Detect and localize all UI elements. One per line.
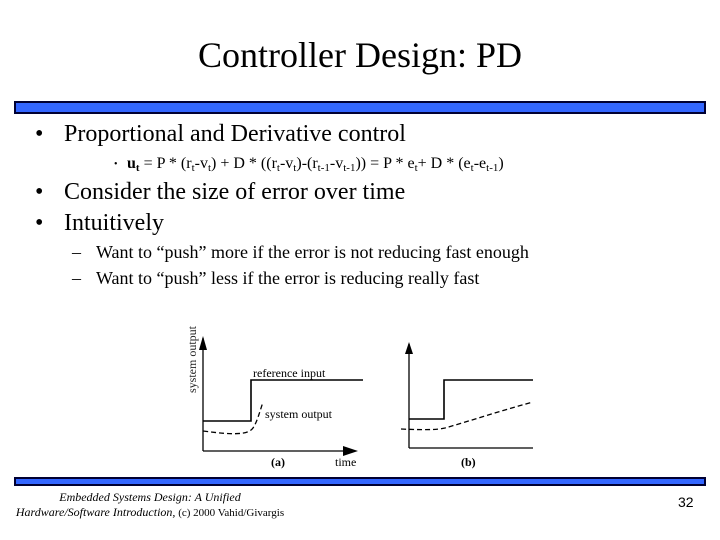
reference-input-line	[409, 379, 533, 420]
bullet-icon: •	[35, 179, 44, 205]
reference-input-label: reference input	[253, 366, 326, 380]
formula-rhs: = P * (rt-vt) + D * ((rt-vt)-(rt-1-vt-1)…	[139, 155, 504, 174]
panel-a: system output reference input system out…	[185, 325, 363, 469]
system-output-label: system output	[265, 407, 333, 421]
footer-citation: Embedded Systems Design: A Unified Hardw…	[10, 490, 290, 521]
bullet-item: • Intuitively	[35, 210, 164, 237]
sub-bullet-text: Want to “push” more if the error is not …	[96, 242, 529, 262]
dash-icon: –	[72, 268, 81, 288]
formula-item: • ut = P * (rt-vt) + D * ((rt-vt)-(rt-1-v…	[114, 155, 504, 174]
footer-divider-bar	[14, 477, 706, 486]
bullet-icon: •	[35, 210, 44, 236]
bullet-icon: •	[35, 121, 44, 147]
page-number: 32	[678, 494, 694, 510]
sub-bullet-item: – Want to “push” less if the error is red…	[72, 268, 479, 289]
y-axis-arrow-icon	[405, 342, 413, 354]
y-axis-arrow-icon	[199, 336, 207, 350]
bullet-icon: •	[114, 158, 118, 170]
formula-text: ut	[127, 155, 140, 174]
bullet-text: Intuitively	[64, 210, 164, 236]
slide-title: Controller Design: PD	[198, 35, 522, 75]
panel-a-caption: (a)	[271, 455, 285, 469]
panel-b: (b)	[400, 342, 534, 469]
bullet-text: Consider the size of error over time	[64, 179, 406, 205]
bullet-text: Proportional and Derivative control	[64, 121, 406, 147]
footer-line-1: Embedded Systems Design: A Unified	[59, 490, 241, 504]
sub-bullet-item: – Want to “push” more if the error is not…	[72, 242, 529, 263]
system-output-curve	[400, 401, 534, 431]
system-output-curve	[202, 401, 264, 435]
bullet-item: • Proportional and Derivative control	[35, 121, 406, 148]
dash-icon: –	[72, 242, 81, 262]
title-divider-bar	[14, 101, 706, 114]
x-axis-label: time	[335, 455, 356, 469]
y-axis-label: system output	[185, 325, 199, 393]
response-figure: system output reference input system out…	[183, 318, 553, 478]
footer-line-2: Hardware/Software Introduction, (c) 2000…	[15, 505, 285, 519]
panel-b-caption: (b)	[461, 455, 476, 469]
sub-bullet-text: Want to “push” less if the error is redu…	[96, 268, 480, 288]
bullet-item: • Consider the size of error over time	[35, 179, 405, 206]
